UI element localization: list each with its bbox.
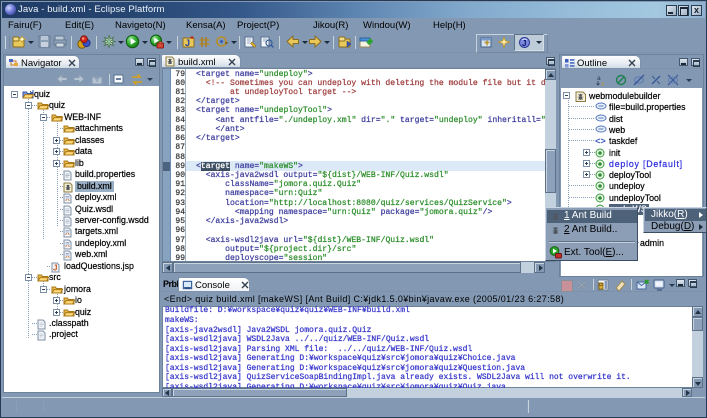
svg-text:J: J (53, 263, 57, 272)
svg-text:z: z (601, 81, 604, 87)
svg-text:J: J (185, 38, 190, 48)
svg-text:<>: <> (595, 137, 606, 145)
svg-text:J: J (522, 39, 526, 48)
